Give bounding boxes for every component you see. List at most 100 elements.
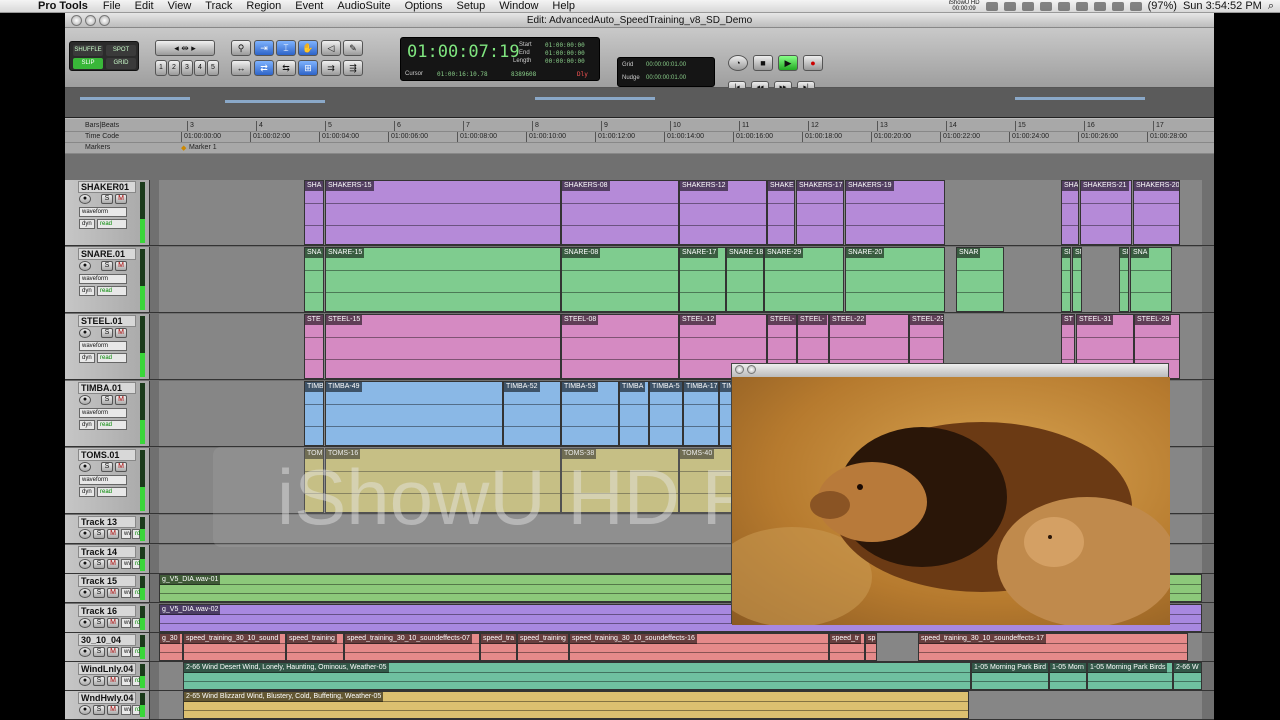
record-button-icon[interactable]: ●	[803, 55, 823, 71]
audio-region[interactable]: SNARE-20	[845, 247, 945, 312]
track-name[interactable]: TOMS.01	[78, 449, 136, 461]
menu-edit[interactable]: Edit	[128, 0, 161, 12]
menu-setup[interactable]: Setup	[450, 0, 493, 12]
audio-region[interactable]: TIMBA	[619, 381, 649, 446]
nudge-value[interactable]: 00:00:00:01.00	[646, 75, 686, 81]
stop-button-icon[interactable]: ■	[753, 55, 773, 71]
slip-mode-button[interactable]: SLIP	[73, 58, 103, 69]
solo-button[interactable]: S	[101, 462, 113, 472]
solo-button[interactable]: S	[101, 261, 113, 271]
automation-mode-selector[interactable]: read	[97, 353, 127, 363]
dyn-button[interactable]: dyn	[79, 487, 95, 497]
trim-tool-icon[interactable]: ⇥	[254, 40, 274, 56]
timecode-ruler[interactable]: Time Code 01:00:00:00 01:00:02:00 01:00:04…	[65, 132, 1214, 143]
automation-button[interactable]: rd	[132, 705, 140, 715]
track-playlist-lane[interactable]: SHA SHAKERS-15 SHAKERS-08 SHAKERS-12 SHAKE SH…	[159, 180, 1202, 245]
pencil-tool-icon[interactable]: ✎	[343, 40, 363, 56]
automation-mode-selector[interactable]: read	[97, 487, 127, 497]
audio-region[interactable]: TIMBA-52	[503, 381, 561, 446]
shuffle-mode-button[interactable]: SHUFFLE	[73, 45, 103, 56]
audio-region[interactable]: 2-66 W	[1173, 662, 1202, 690]
audio-region[interactable]: SNARE-29	[764, 247, 844, 312]
track-name[interactable]: SNARE.01	[78, 248, 136, 260]
mute-button[interactable]: M	[115, 261, 127, 271]
track-name[interactable]: WndHwly.04	[78, 692, 136, 704]
menu-options[interactable]: Options	[398, 0, 450, 12]
video-preview-window[interactable]	[731, 363, 1170, 625]
app-menu[interactable]: Pro Tools	[30, 0, 96, 12]
bars-beats-ruler[interactable]: Bars|Beats 3 4 5 6 7 8 9 10 11 12 13 14 15 16 17	[65, 121, 1214, 132]
audio-region[interactable]: SNA	[1130, 247, 1172, 312]
audio-region[interactable]: SN	[1119, 247, 1129, 312]
solo-button[interactable]: S	[101, 395, 113, 405]
menu-track[interactable]: Track	[198, 0, 239, 12]
marker-name[interactable]: Marker 1	[189, 144, 217, 151]
audio-region[interactable]: SNAR	[956, 247, 1004, 312]
audio-region[interactable]: g_30	[159, 633, 183, 661]
automation-button[interactable]: rd	[132, 676, 140, 686]
audio-region[interactable]: SNARE-08	[561, 247, 679, 312]
audio-region[interactable]: speed_training_30_10_soundeffects-07	[344, 633, 480, 661]
delay-indicator[interactable]: Dly	[577, 71, 588, 78]
menu-view[interactable]: View	[161, 0, 199, 12]
audio-region[interactable]: 1-05 Morning Park Birds	[1087, 662, 1173, 690]
track-view-button[interactable]: wv	[121, 705, 131, 715]
dyn-button[interactable]: dyn	[79, 286, 95, 296]
audio-region[interactable]: SHAKERS-15	[325, 180, 561, 245]
automation-mode-selector[interactable]: read	[97, 286, 127, 296]
track-view-button[interactable]: wv	[121, 588, 131, 598]
track-view-button[interactable]: wv	[121, 676, 131, 686]
track-view-button[interactable]: wv	[121, 647, 131, 657]
audio-region[interactable]: speed_training	[286, 633, 344, 661]
universe-overview[interactable]	[65, 88, 1214, 118]
audio-region[interactable]: SHAKERS-08	[561, 180, 679, 245]
solo-button[interactable]: S	[93, 618, 105, 628]
zoomer-tool-icon[interactable]: ⚲	[231, 40, 251, 56]
audio-region[interactable]: speed_training_30_10_soundeffects-16	[569, 633, 829, 661]
scrubber-tool-icon[interactable]: ◁	[321, 40, 341, 56]
minimize-window-icon[interactable]	[85, 15, 96, 26]
audio-region[interactable]: SN	[1072, 247, 1082, 312]
audio-region[interactable]: speed_tr	[829, 633, 865, 661]
mute-button[interactable]: M	[107, 529, 119, 539]
markers-ruler[interactable]: Markers ◆ Marker 1	[65, 143, 1214, 154]
menu-event[interactable]: Event	[288, 0, 330, 12]
track-name[interactable]: WindLnly.04	[78, 663, 136, 675]
track-view-button[interactable]: wv	[121, 559, 131, 569]
audio-region[interactable]: STEEL-08	[561, 314, 679, 379]
mute-button[interactable]: M	[115, 194, 127, 204]
audio-region[interactable]: TOM	[304, 448, 324, 513]
audio-region[interactable]: SNARE-17	[679, 247, 726, 312]
track-playlist-lane[interactable]: 2-65 Wind Blizzard Wind, Blustery, Cold,…	[159, 691, 1202, 719]
track-view-selector[interactable]: waveform	[79, 475, 127, 485]
track-playlist-lane[interactable]: 2-66 Wind Desert Wind, Lonely, Haunting,…	[159, 662, 1202, 690]
audio-region[interactable]: SNA	[304, 247, 324, 312]
audio-region[interactable]: SHAKERS-17	[796, 180, 844, 245]
audio-region[interactable]: SHA	[1061, 180, 1079, 245]
audio-region[interactable]: SHAKERS-19	[845, 180, 945, 245]
audio-region[interactable]: SHAKE	[767, 180, 795, 245]
menubar-clock[interactable]: Sun 3:54:52 PM	[1183, 0, 1262, 12]
audio-region[interactable]: TIMBA-53	[561, 381, 619, 446]
audio-region[interactable]: TIMBA-17	[683, 381, 719, 446]
mirror-midi-icon[interactable]: ⊞	[298, 60, 318, 76]
track-view-selector[interactable]: waveform	[79, 207, 127, 217]
spotlight-icon[interactable]: ⌕	[1268, 0, 1274, 13]
track-view-button[interactable]: wv	[121, 618, 131, 628]
dyn-button[interactable]: dyn	[79, 420, 95, 430]
automation-button[interactable]: rd	[132, 529, 140, 539]
play-button-icon[interactable]: ▶	[778, 55, 798, 71]
automation-button[interactable]: rd	[132, 647, 140, 657]
solo-button[interactable]: S	[93, 676, 105, 686]
track-view-selector[interactable]: waveform	[79, 408, 127, 418]
solo-button[interactable]: S	[93, 559, 105, 569]
mute-button[interactable]: M	[107, 647, 119, 657]
zoom-preset-1[interactable]: 1	[155, 60, 167, 76]
audio-region[interactable]: speed_training_30_10_sound	[183, 633, 286, 661]
close-window-icon[interactable]	[71, 15, 82, 26]
audio-region[interactable]: TOMS-38	[561, 448, 679, 513]
audio-region[interactable]: SHAKERS-12	[679, 180, 767, 245]
insertion-follows-icon[interactable]: ⇉	[321, 60, 341, 76]
audio-region[interactable]: SHA	[304, 180, 324, 245]
battery-icon[interactable]	[1129, 1, 1142, 11]
